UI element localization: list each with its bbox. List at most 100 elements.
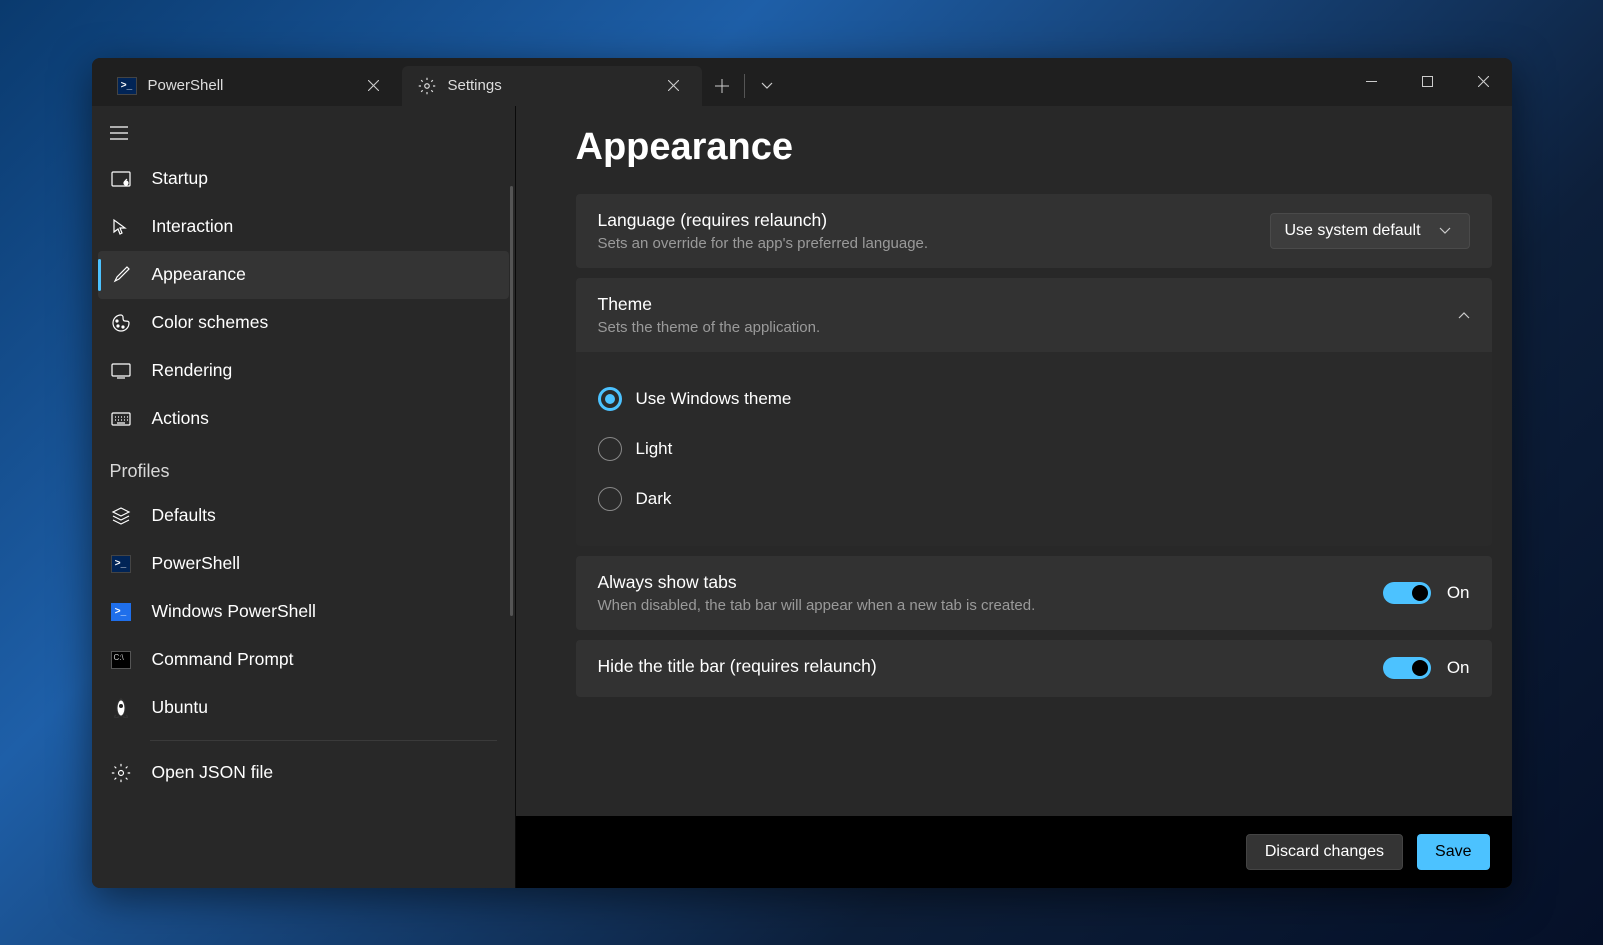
nav-label: Interaction xyxy=(152,216,234,237)
theme-option-windows[interactable]: Use Windows theme xyxy=(598,374,1470,424)
startup-icon xyxy=(110,168,132,190)
nav-label: Command Prompt xyxy=(152,649,294,670)
theme-option-dark[interactable]: Dark xyxy=(598,474,1470,524)
sidebar: Startup Interaction Appearance xyxy=(92,106,516,888)
setting-text: Language (requires relaunch) Sets an ove… xyxy=(598,210,1254,252)
sidebar-item-color-schemes[interactable]: Color schemes xyxy=(92,299,515,347)
setting-title: Theme xyxy=(598,294,1442,315)
hide-title-bar-toggle[interactable] xyxy=(1383,657,1431,679)
nav-label: Open JSON file xyxy=(152,762,274,783)
nav-label: Appearance xyxy=(152,264,246,285)
setting-title: Hide the title bar (requires relaunch) xyxy=(598,656,1367,677)
toggle-container: On xyxy=(1383,582,1470,604)
sidebar-item-interaction[interactable]: Interaction xyxy=(92,203,515,251)
sidebar-item-defaults[interactable]: Defaults xyxy=(92,492,515,540)
language-dropdown[interactable]: Use system default xyxy=(1270,213,1470,249)
chevron-down-icon xyxy=(1439,222,1451,240)
theme-options-panel: Use Windows theme Light Dark xyxy=(576,352,1492,546)
dropdown-value: Use system default xyxy=(1285,222,1421,240)
maximize-button[interactable] xyxy=(1400,58,1456,106)
setting-language: Language (requires relaunch) Sets an ove… xyxy=(576,194,1492,268)
tab-divider xyxy=(744,74,745,98)
always-show-tabs-toggle[interactable] xyxy=(1383,582,1431,604)
tabs-container: >_ PowerShell Settings xyxy=(92,58,1344,106)
minimize-button[interactable] xyxy=(1344,58,1400,106)
radio-label: Use Windows theme xyxy=(636,389,792,409)
maximize-icon xyxy=(1422,76,1433,87)
new-tab-button[interactable] xyxy=(702,66,742,106)
sidebar-item-open-json[interactable]: Open JSON file xyxy=(92,749,515,797)
setting-description: Sets an override for the app's preferred… xyxy=(598,235,1254,252)
gear-icon xyxy=(416,75,438,97)
setting-theme-header[interactable]: Theme Sets the theme of the application. xyxy=(576,278,1492,352)
title-bar: >_ PowerShell Settings xyxy=(92,58,1512,106)
hamburger-button[interactable] xyxy=(92,116,515,155)
powershell-icon: >_ xyxy=(116,75,138,97)
sidebar-item-actions[interactable]: Actions xyxy=(92,395,515,443)
powershell-icon: >_ xyxy=(110,553,132,575)
setting-hide-title-bar: Hide the title bar (requires relaunch) O… xyxy=(576,640,1492,697)
nav-label: Windows PowerShell xyxy=(152,601,316,622)
nav-label: PowerShell xyxy=(152,553,241,574)
keyboard-icon xyxy=(110,408,132,430)
nav-label: Rendering xyxy=(152,360,233,381)
setting-text: Theme Sets the theme of the application. xyxy=(598,294,1442,336)
tab-dropdown-button[interactable] xyxy=(747,66,787,106)
radio-label: Dark xyxy=(636,489,672,509)
chevron-down-icon xyxy=(761,82,773,90)
sidebar-item-command-prompt[interactable]: C:\ Command Prompt xyxy=(92,636,515,684)
sidebar-item-startup[interactable]: Startup xyxy=(92,155,515,203)
theme-option-light[interactable]: Light xyxy=(598,424,1470,474)
terminal-settings-window: >_ PowerShell Settings xyxy=(92,58,1512,888)
nav-label: Color schemes xyxy=(152,312,269,333)
discard-changes-button[interactable]: Discard changes xyxy=(1246,834,1403,870)
radio-icon xyxy=(598,387,622,411)
close-icon xyxy=(1478,76,1489,87)
command-prompt-icon: C:\ xyxy=(110,649,132,671)
sidebar-separator xyxy=(150,740,497,741)
close-tab-button[interactable] xyxy=(360,72,388,100)
nav-label: Actions xyxy=(152,408,209,429)
tab-powershell[interactable]: >_ PowerShell xyxy=(102,66,402,106)
sidebar-item-powershell[interactable]: >_ PowerShell xyxy=(92,540,515,588)
tab-settings[interactable]: Settings xyxy=(402,66,702,106)
close-window-button[interactable] xyxy=(1456,58,1512,106)
layers-icon xyxy=(110,505,132,527)
save-button[interactable]: Save xyxy=(1417,834,1489,870)
setting-title: Language (requires relaunch) xyxy=(598,210,1254,231)
setting-always-show-tabs: Always show tabs When disabled, the tab … xyxy=(576,556,1492,630)
cursor-icon xyxy=(110,216,132,238)
close-icon xyxy=(368,80,379,91)
radio-label: Light xyxy=(636,439,673,459)
close-tab-button[interactable] xyxy=(660,72,688,100)
minimize-icon xyxy=(1366,76,1377,87)
palette-icon xyxy=(110,312,132,334)
main-scroll-area: Appearance Language (requires relaunch) … xyxy=(516,106,1512,816)
footer-bar: Discard changes Save xyxy=(516,816,1512,888)
toggle-container: On xyxy=(1383,657,1470,679)
toggle-state-label: On xyxy=(1447,583,1470,603)
radio-icon xyxy=(598,487,622,511)
hamburger-icon xyxy=(110,126,128,140)
nav-label: Startup xyxy=(152,168,208,189)
ubuntu-icon xyxy=(110,697,132,719)
sidebar-item-windows-powershell[interactable]: >_ Windows PowerShell xyxy=(92,588,515,636)
chevron-up-icon xyxy=(1458,306,1470,324)
sidebar-item-rendering[interactable]: Rendering xyxy=(92,347,515,395)
setting-description: When disabled, the tab bar will appear w… xyxy=(598,597,1367,614)
radio-icon xyxy=(598,437,622,461)
app-body: Startup Interaction Appearance xyxy=(92,106,1512,888)
plus-icon xyxy=(715,79,729,93)
setting-title: Always show tabs xyxy=(598,572,1367,593)
profiles-section-title: Profiles xyxy=(92,443,515,492)
setting-text: Hide the title bar (requires relaunch) xyxy=(598,656,1367,681)
setting-description: Sets the theme of the application. xyxy=(598,319,1442,336)
nav-label: Ubuntu xyxy=(152,697,208,718)
tab-label: Settings xyxy=(448,77,502,94)
nav-label: Defaults xyxy=(152,505,216,526)
sidebar-item-appearance[interactable]: Appearance xyxy=(98,251,509,299)
monitor-icon xyxy=(110,360,132,382)
sidebar-item-ubuntu[interactable]: Ubuntu xyxy=(92,684,515,732)
windows-powershell-icon: >_ xyxy=(110,601,132,623)
setting-text: Always show tabs When disabled, the tab … xyxy=(598,572,1367,614)
